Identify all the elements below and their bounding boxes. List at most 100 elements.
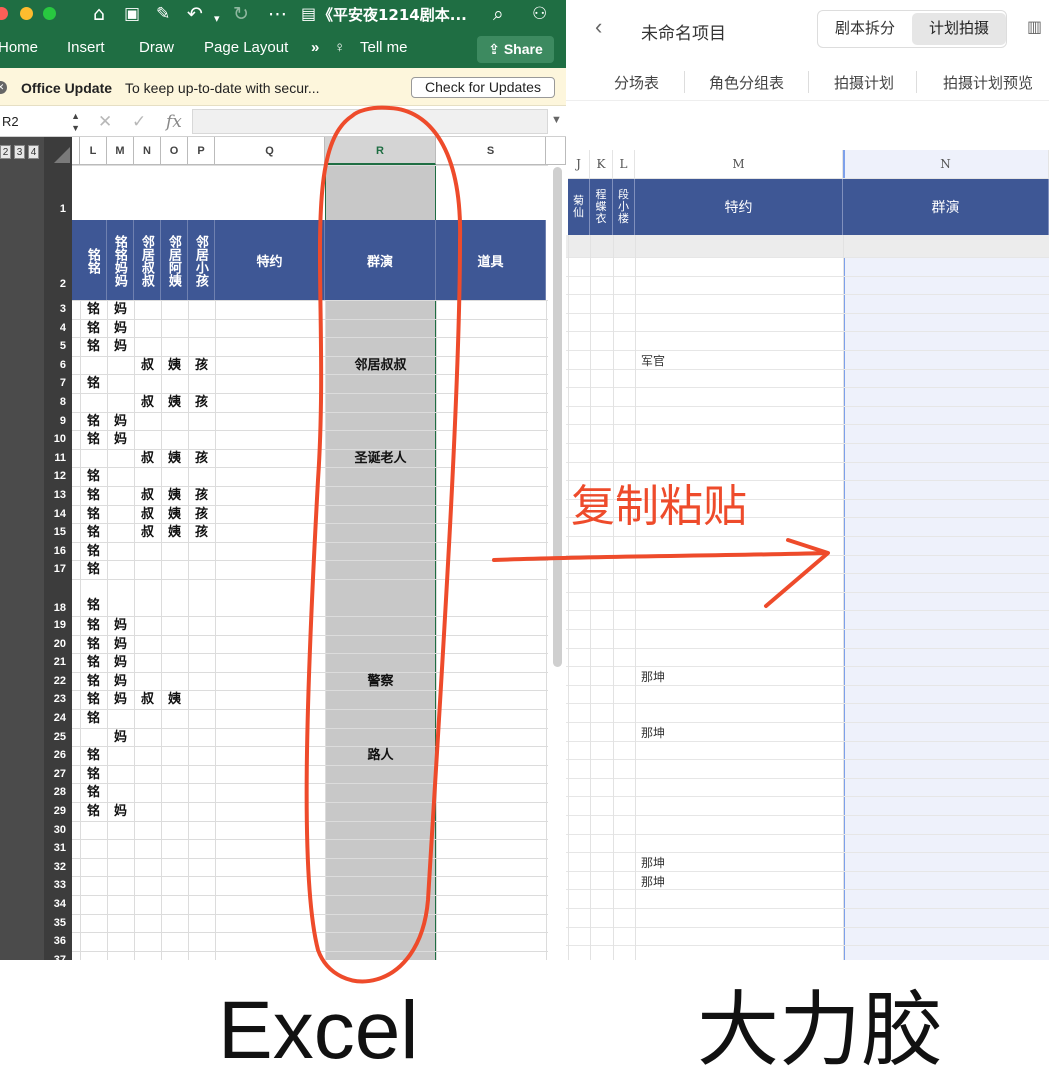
cell-o13[interactable]: 姨 <box>161 486 188 505</box>
confirm-formula-icon[interactable]: ✓ <box>132 112 146 132</box>
cell-r11[interactable]: 圣诞老人 <box>325 449 436 468</box>
tell-me-field[interactable]: Tell me <box>360 39 408 56</box>
row-number[interactable]: 8 <box>44 393 72 412</box>
dlj-header-cell-j[interactable]: 菊仙 <box>568 179 590 235</box>
cell-l15[interactable]: 铭 <box>80 523 107 542</box>
header-cell-n[interactable]: 邻居叔叔 <box>134 220 161 300</box>
row-number[interactable]: 34 <box>44 895 72 914</box>
row-number[interactable]: 35 <box>44 914 72 933</box>
cell-n14[interactable]: 叔 <box>134 505 161 524</box>
dlj-cell-m36[interactable]: 那坤 <box>641 873 665 890</box>
dlj-column-header-j[interactable]: J <box>568 150 590 179</box>
row-number[interactable]: 21 <box>44 653 72 672</box>
tab-draw[interactable]: Draw <box>139 39 174 56</box>
row-number[interactable]: 11 <box>44 449 72 468</box>
cell-n15[interactable]: 叔 <box>134 523 161 542</box>
dlj-header-cell-m[interactable]: 特约 <box>635 179 843 235</box>
cell-m22[interactable]: 妈 <box>107 672 134 691</box>
cell-n13[interactable]: 叔 <box>134 486 161 505</box>
header-cell-s[interactable]: 道具 <box>436 220 546 300</box>
cell-l7[interactable]: 铭 <box>80 374 107 393</box>
formula-input[interactable] <box>192 109 548 134</box>
column-header-k[interactable] <box>72 137 80 165</box>
cell-m20[interactable]: 妈 <box>107 635 134 654</box>
check-for-updates-button[interactable]: Check for Updates <box>411 77 555 98</box>
search-icon[interactable]: ⌕ <box>493 3 504 25</box>
vertical-scrollbar[interactable] <box>553 167 562 667</box>
column-header-m[interactable]: M <box>107 137 134 165</box>
header-cell-p[interactable]: 邻居小孩 <box>188 220 215 300</box>
cell-l3[interactable]: 铭 <box>80 300 107 319</box>
column-header-n[interactable]: N <box>134 137 161 165</box>
cell-p6[interactable]: 孩 <box>188 356 215 375</box>
cell-l19[interactable]: 铭 <box>80 616 107 635</box>
account-icon[interactable]: ⚇ <box>532 3 547 25</box>
cell-p15[interactable]: 孩 <box>188 523 215 542</box>
segment-script-breakdown[interactable]: 剧本拆分 <box>818 11 912 47</box>
cell-l16[interactable]: 铭 <box>80 542 107 561</box>
outline-level-4[interactable]: 4 <box>28 145 39 159</box>
cell-m25[interactable]: 妈 <box>107 728 134 747</box>
cell-m23[interactable]: 妈 <box>107 690 134 709</box>
function-icon[interactable]: fx <box>166 112 182 132</box>
dlj-column-header-l[interactable]: L <box>613 150 635 179</box>
cell-m21[interactable]: 妈 <box>107 653 134 672</box>
zoom-window-button[interactable] <box>43 7 56 20</box>
row-number[interactable]: 7 <box>44 374 72 393</box>
cell-o11[interactable]: 姨 <box>161 449 188 468</box>
cell-m29[interactable]: 妈 <box>107 802 134 821</box>
tab-shooting-plan[interactable]: 拍摄计划 <box>834 72 894 93</box>
select-all-corner[interactable] <box>44 137 72 165</box>
dlj-cell-m8[interactable]: 军官 <box>641 352 665 369</box>
row-number[interactable]: 27 <box>44 765 72 784</box>
name-box[interactable]: R2 ▲ ▼ <box>0 110 84 134</box>
cancel-formula-icon[interactable]: ✕ <box>98 112 112 132</box>
cell-l20[interactable]: 铭 <box>80 635 107 654</box>
row-number[interactable]: 15 <box>44 523 72 542</box>
cell-m3[interactable]: 妈 <box>107 300 134 319</box>
row-number[interactable]: 16 <box>44 542 72 561</box>
cell-p8[interactable]: 孩 <box>188 393 215 412</box>
name-box-stepper-icon[interactable]: ▲ ▼ <box>71 110 80 134</box>
row-number[interactable]: 3 <box>44 300 72 319</box>
row-number[interactable]: 25 <box>44 728 72 747</box>
cell-o15[interactable]: 姨 <box>161 523 188 542</box>
row-number[interactable]: 33 <box>44 876 72 895</box>
cell-l9[interactable]: 铭 <box>80 412 107 431</box>
cell-o23[interactable]: 姨 <box>161 690 188 709</box>
tab-plan-preview[interactable]: 拍摄计划预览 <box>943 72 1033 93</box>
cell-l4[interactable]: 铭 <box>80 319 107 338</box>
cell-l26[interactable]: 铭 <box>80 746 107 765</box>
undo-dropdown-icon[interactable]: ▾ <box>214 8 220 30</box>
cell-r26[interactable]: 路人 <box>325 746 436 765</box>
close-window-button[interactable] <box>0 7 8 20</box>
redo-icon[interactable]: ↻ <box>233 3 249 25</box>
outline-level-2[interactable]: 2 <box>0 145 11 159</box>
column-header-q[interactable]: Q <box>215 137 325 165</box>
tab-page-layout[interactable]: Page Layout <box>204 39 288 56</box>
header-cell-o[interactable]: 邻居阿姨 <box>161 220 188 300</box>
row-number[interactable]: 37 <box>44 951 72 960</box>
cell-r22[interactable]: 警察 <box>325 672 436 691</box>
formula-expand-icon[interactable]: ▼ <box>551 114 562 126</box>
cell-l18[interactable]: 铭 <box>80 579 107 616</box>
dlj-cell-m35[interactable]: 那坤 <box>641 854 665 871</box>
dlj-column-header-m[interactable]: M <box>635 150 843 179</box>
undo-icon[interactable]: ↶ <box>187 3 203 25</box>
edit-doc-icon[interactable]: ✎ <box>156 3 170 25</box>
row-number[interactable]: 36 <box>44 932 72 951</box>
row-number[interactable]: 29 <box>44 802 72 821</box>
cell-n6[interactable]: 叔 <box>134 356 161 375</box>
row-number[interactable]: 20 <box>44 635 72 654</box>
save-icon[interactable]: ▣ <box>124 3 140 25</box>
cell-m9[interactable]: 妈 <box>107 412 134 431</box>
cell-p11[interactable]: 孩 <box>188 449 215 468</box>
header-cell-l[interactable]: 铭铭 <box>80 220 107 300</box>
dlj-header-cell-l[interactable]: 段小楼 <box>613 179 635 235</box>
tab-home[interactable]: Home <box>0 39 38 56</box>
row-number[interactable]: 23 <box>44 690 72 709</box>
row-number[interactable]: 32 <box>44 858 72 877</box>
ribbon-overflow-button[interactable]: » <box>311 39 319 56</box>
row-number[interactable]: 1 <box>44 165 72 220</box>
row-number[interactable]: 4 <box>44 319 72 338</box>
